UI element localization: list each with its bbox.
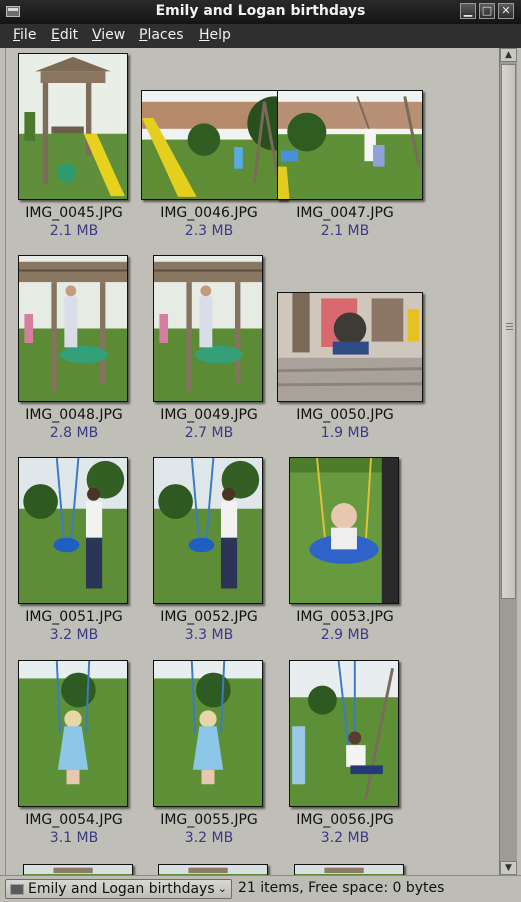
vertical-scrollbar[interactable]: ▲ ▼ xyxy=(499,48,517,875)
file-name: IMG_0045.JPG xyxy=(25,205,123,221)
maximize-button[interactable]: □ xyxy=(479,3,495,19)
file-name: IMG_0048.JPG xyxy=(25,407,123,423)
location-dropdown[interactable]: Emily and Logan birthdays ⌄ xyxy=(5,879,232,899)
image-thumbnail[interactable] xyxy=(153,660,263,807)
file-name: IMG_0047.JPG xyxy=(296,205,394,221)
file-tile[interactable]: IMG_0047.JPG 2.1 MB xyxy=(277,48,423,243)
image-thumbnail[interactable] xyxy=(289,457,399,604)
file-tile[interactable]: IMG_0054.JPG 3.1 MB xyxy=(6,655,136,850)
menu-view[interactable]: View xyxy=(92,27,125,43)
file-size: 3.1 MB xyxy=(49,830,99,846)
file-size: 2.7 MB xyxy=(184,425,234,441)
menu-edit-mnemonic: E xyxy=(51,27,60,43)
file-name: IMG_0053.JPG xyxy=(296,609,394,625)
file-tile[interactable]: IMG_0048.JPG 2.8 MB xyxy=(6,250,136,445)
scroll-up-button[interactable]: ▲ xyxy=(500,48,517,62)
menu-edit-rest: dit xyxy=(59,27,79,43)
file-name: IMG_0056.JPG xyxy=(296,812,394,828)
title-bar[interactable]: Emily and Logan birthdays ▁ □ ✕ xyxy=(0,0,521,24)
chevron-down-icon: ⌄ xyxy=(217,882,227,895)
file-name: IMG_0049.JPG xyxy=(160,407,258,423)
file-name: IMG_0051.JPG xyxy=(25,609,123,625)
image-thumbnail[interactable] xyxy=(141,90,287,200)
file-size: 1.9 MB xyxy=(320,425,370,441)
menu-help-mnemonic: H xyxy=(199,27,210,43)
file-size: 2.3 MB xyxy=(184,223,234,239)
minimize-button[interactable]: ▁ xyxy=(460,3,476,19)
file-size: 2.1 MB xyxy=(49,223,99,239)
menu-help-rest: elp xyxy=(209,27,231,43)
menu-places[interactable]: Places xyxy=(139,27,184,43)
file-tile[interactable]: IMG_0045.JPG 2.1 MB xyxy=(6,48,136,243)
file-size: 2.9 MB xyxy=(320,627,370,643)
scrollbar-grip xyxy=(506,323,513,324)
scrollbar-grip xyxy=(506,329,513,330)
file-manager-window: Emily and Logan birthdays ▁ □ ✕ File Edi… xyxy=(0,0,521,902)
icon-view[interactable]: IMG_0045.JPG 2.1 MB IMG_0046.JPG 2.3 MB IMG_… xyxy=(5,48,498,875)
close-button[interactable]: ✕ xyxy=(498,3,514,19)
menu-help[interactable]: Help xyxy=(199,27,231,43)
file-tile[interactable]: IMG_0055.JPG 3.2 MB xyxy=(141,655,271,850)
file-size: 2.8 MB xyxy=(49,425,99,441)
file-name: IMG_0054.JPG xyxy=(25,812,123,828)
window-title: Emily and Logan birthdays xyxy=(155,3,366,19)
location-label: Emily and Logan birthdays xyxy=(28,881,215,897)
menu-bar: File Edit View Places Help xyxy=(0,24,521,48)
image-thumbnail[interactable] xyxy=(289,660,399,807)
menu-file-mnemonic: F xyxy=(13,27,21,43)
file-name: IMG_0055.JPG xyxy=(160,812,258,828)
file-size: 2.1 MB xyxy=(320,223,370,239)
scrollbar-thumb[interactable] xyxy=(501,64,516,599)
menu-file-rest: ile xyxy=(20,27,37,43)
file-size: 3.2 MB xyxy=(184,830,234,846)
file-name: IMG_0046.JPG xyxy=(160,205,258,221)
menu-file[interactable]: File xyxy=(13,27,36,43)
file-tile[interactable]: IMG_0051.JPG 3.2 MB xyxy=(6,452,136,647)
menu-places-rest: laces xyxy=(147,27,184,43)
image-thumbnail[interactable] xyxy=(277,90,423,200)
status-summary: 21 items, Free space: 0 bytes xyxy=(238,880,445,896)
file-size: 3.2 MB xyxy=(49,627,99,643)
status-bar: Emily and Logan birthdays ⌄ 21 items, Fr… xyxy=(0,875,521,902)
scrollbar-grip xyxy=(506,326,513,327)
file-tile[interactable]: IMG_0053.JPG 2.9 MB xyxy=(277,452,407,647)
file-name: IMG_0052.JPG xyxy=(160,609,258,625)
file-tile[interactable]: IMG_0056.JPG 3.2 MB xyxy=(277,655,407,850)
image-thumbnail[interactable] xyxy=(153,457,263,604)
image-thumbnail[interactable] xyxy=(277,292,423,402)
image-thumbnail[interactable] xyxy=(18,255,128,402)
menu-view-mnemonic: V xyxy=(92,27,102,43)
image-thumbnail[interactable] xyxy=(23,864,133,875)
file-name: IMG_0050.JPG xyxy=(296,407,394,423)
file-tile[interactable]: IMG_0052.JPG 3.3 MB xyxy=(141,452,271,647)
menu-edit[interactable]: Edit xyxy=(51,27,78,43)
image-thumbnail[interactable] xyxy=(18,457,128,604)
image-thumbnail[interactable] xyxy=(158,864,268,875)
file-size: 3.2 MB xyxy=(320,830,370,846)
file-tile[interactable]: IMG_0049.JPG 2.7 MB xyxy=(141,250,271,445)
menu-view-rest: iew xyxy=(101,27,126,43)
image-thumbnail[interactable] xyxy=(153,255,263,402)
image-thumbnail[interactable] xyxy=(18,660,128,807)
folder-icon xyxy=(10,884,24,895)
file-size: 3.3 MB xyxy=(184,627,234,643)
image-thumbnail[interactable] xyxy=(18,53,128,200)
file-tile[interactable]: IMG_0046.JPG 2.3 MB xyxy=(141,48,287,243)
scroll-down-button[interactable]: ▼ xyxy=(500,861,517,875)
image-thumbnail[interactable] xyxy=(294,864,404,875)
file-tile[interactable]: IMG_0050.JPG 1.9 MB xyxy=(277,250,423,445)
